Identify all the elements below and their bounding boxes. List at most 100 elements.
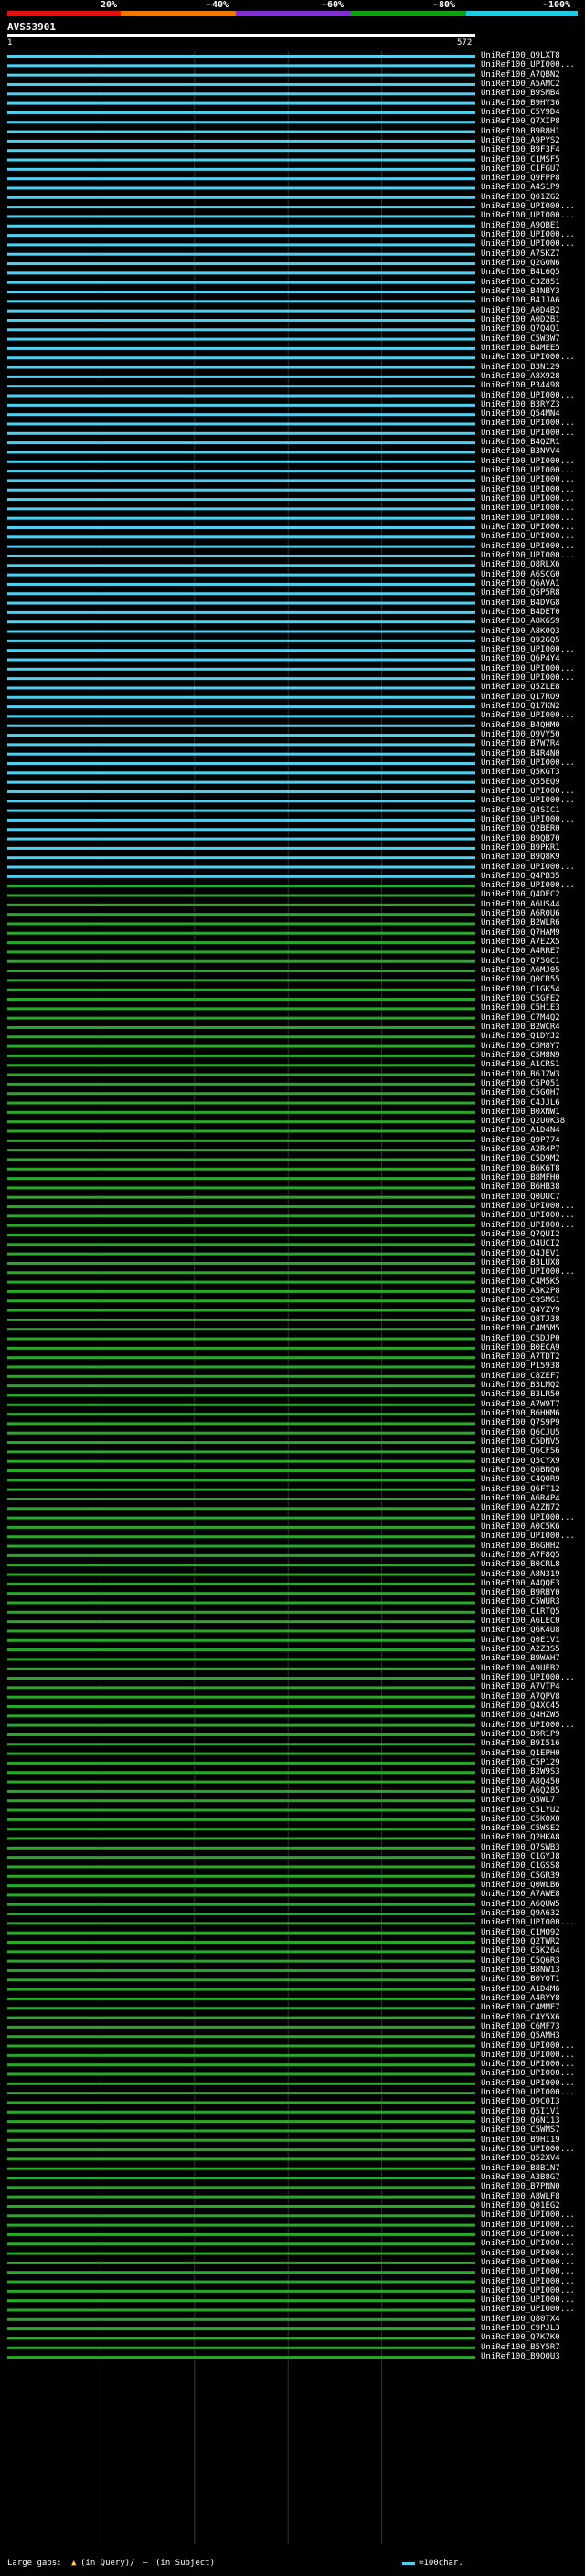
hit-label[interactable]: UniRef100_A7QBN2 [481, 70, 560, 80]
hit-bar[interactable] [7, 1413, 475, 1416]
hit-bar[interactable] [7, 2025, 475, 2029]
hit-label[interactable]: UniRef100_B5Y5R7 [481, 2343, 560, 2352]
hit-bar[interactable] [7, 1789, 475, 1793]
hit-label[interactable]: UniRef100_Q7SWB3 [481, 1843, 560, 1852]
hit-bar[interactable] [7, 1309, 475, 1312]
hit-bar[interactable] [7, 215, 475, 218]
hit-label[interactable]: UniRef100_Q2U0K38 [481, 1117, 565, 1126]
hit-bar[interactable] [7, 2252, 475, 2255]
hit-bar[interactable] [7, 1280, 475, 1284]
hit-bar[interactable] [7, 1535, 475, 1539]
hit-label[interactable]: UniRef100_A9UEB2 [481, 1664, 560, 1673]
hit-bar[interactable] [7, 2195, 475, 2199]
hit-bar[interactable] [7, 1677, 475, 1680]
hit-label[interactable]: UniRef100_UPI000... [481, 1721, 575, 1730]
hit-bar[interactable] [7, 1893, 475, 1897]
hit-label[interactable]: UniRef100_A6R4P4 [481, 1494, 560, 1503]
hit-label[interactable]: UniRef100_C1MSF5 [481, 155, 560, 164]
hit-label[interactable]: UniRef100_B2WCR4 [481, 1023, 560, 1032]
hit-bar[interactable] [7, 526, 475, 529]
hit-bar[interactable] [7, 139, 475, 143]
hit-bar[interactable] [7, 2214, 475, 2218]
hit-label[interactable]: UniRef100_Q4HZW5 [481, 1711, 560, 1720]
hit-bar[interactable] [7, 1120, 475, 1124]
hit-bar[interactable] [7, 291, 475, 293]
hit-bar[interactable] [7, 573, 475, 577]
hit-label[interactable]: UniRef100_C5WSE2 [481, 1824, 560, 1833]
hit-label[interactable]: UniRef100_A7VTP4 [481, 1682, 560, 1691]
hit-label[interactable]: UniRef100_Q2HKA8 [481, 1833, 560, 1842]
hit-label[interactable]: UniRef100_Q9FPP8 [481, 174, 560, 183]
hit-bar[interactable] [7, 1705, 475, 1708]
hit-bar[interactable] [7, 2120, 475, 2124]
hit-bar[interactable] [7, 1743, 475, 1746]
hit-label[interactable]: UniRef100_Q4UCI2 [481, 1239, 560, 1248]
hit-bar[interactable] [7, 1799, 475, 1803]
hit-bar[interactable] [7, 875, 475, 878]
hit-bar[interactable] [7, 2138, 475, 2142]
hit-label[interactable]: UniRef100_Q7Q4Q1 [481, 324, 560, 334]
hit-bar[interactable] [7, 941, 475, 945]
hit-label[interactable]: UniRef100_A7QPV8 [481, 1692, 560, 1701]
hit-bar[interactable] [7, 1818, 475, 1821]
hit-bar[interactable] [7, 780, 475, 784]
hit-label[interactable]: UniRef100_UPI000... [481, 2069, 575, 2078]
hit-bar[interactable] [7, 366, 475, 369]
hit-bar[interactable] [7, 451, 475, 454]
hit-bar[interactable] [7, 73, 475, 77]
hit-label[interactable]: UniRef100_B0XNW1 [481, 1108, 560, 1117]
hit-bar[interactable] [7, 1592, 475, 1595]
hit-label[interactable]: UniRef100_C5WMS7 [481, 2125, 560, 2135]
hit-label[interactable]: UniRef100_A5K2P8 [481, 1287, 560, 1296]
hit-bar[interactable] [7, 705, 475, 709]
hit-bar[interactable] [7, 1243, 475, 1246]
hit-bar[interactable] [7, 1054, 475, 1057]
hit-bar[interactable] [7, 1828, 475, 1831]
hit-label[interactable]: UniRef100_C5GFE2 [481, 994, 560, 1003]
hit-label[interactable]: UniRef100_C5P129 [481, 1758, 560, 1767]
hit-label[interactable]: UniRef100_A6SCG0 [481, 570, 560, 579]
hit-label[interactable]: UniRef100_A8K6S9 [481, 617, 560, 626]
hit-label[interactable]: UniRef100_A6Q285 [481, 1786, 560, 1796]
hit-bar[interactable] [7, 1573, 475, 1576]
hit-label[interactable]: UniRef100_UPI000... [481, 353, 575, 362]
hit-label[interactable]: UniRef100_C4M5K5 [481, 1277, 560, 1287]
hit-bar[interactable] [7, 1913, 475, 1916]
hit-bar[interactable] [7, 2053, 475, 2057]
hit-label[interactable]: UniRef100_Q5P5R8 [481, 588, 560, 598]
hit-label[interactable]: UniRef100_UPI000... [481, 881, 575, 890]
hit-label[interactable]: UniRef100_Q2BER0 [481, 824, 560, 833]
hit-bar[interactable] [7, 1714, 475, 1718]
hit-label[interactable]: UniRef100_B4DVG8 [481, 599, 560, 608]
hit-bar[interactable] [7, 1610, 475, 1614]
hit-bar[interactable] [7, 64, 475, 68]
hit-label[interactable]: UniRef100_B9HY36 [481, 99, 560, 108]
hit-bar[interactable] [7, 2308, 475, 2312]
hit-label[interactable]: UniRef100_C8ZEF7 [481, 1372, 560, 1381]
hit-bar[interactable] [7, 2110, 475, 2114]
hit-label[interactable]: UniRef100_B2WLR6 [481, 918, 560, 928]
hit-bar[interactable] [7, 1808, 475, 1812]
hit-label[interactable]: UniRef100_UPI000... [481, 2041, 575, 2051]
hit-label[interactable]: UniRef100_Q2TWR2 [481, 1937, 560, 1946]
hit-label[interactable]: UniRef100_Q6N113 [481, 2116, 560, 2125]
hit-bar[interactable] [7, 1837, 475, 1840]
hit-label[interactable]: UniRef100_Q5CYX9 [481, 1457, 560, 1466]
hit-bar[interactable] [7, 1479, 475, 1482]
hit-bar[interactable] [7, 582, 475, 586]
hit-label[interactable]: UniRef100_C7M4Q2 [481, 1013, 560, 1023]
hit-bar[interactable] [7, 734, 475, 737]
hit-bar[interactable] [7, 346, 475, 350]
hit-bar[interactable] [7, 2177, 475, 2179]
hit-bar[interactable] [7, 564, 475, 567]
hit-label[interactable]: UniRef100_B4NBY3 [481, 287, 560, 296]
hit-label[interactable]: UniRef100_Q54MN4 [481, 409, 560, 419]
hit-label[interactable]: UniRef100_P15938 [481, 1362, 560, 1371]
hit-label[interactable]: UniRef100_Q6AVA1 [481, 579, 560, 588]
hit-bar[interactable] [7, 592, 475, 596]
hit-label[interactable]: UniRef100_Q7S9P9 [481, 1418, 560, 1427]
hit-bar[interactable] [7, 1950, 475, 1954]
hit-bar[interactable] [7, 828, 475, 832]
hit-bar[interactable] [7, 1167, 475, 1171]
hit-bar[interactable] [7, 2261, 475, 2264]
